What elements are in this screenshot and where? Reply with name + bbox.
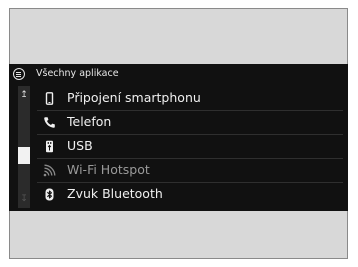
list-item-label: Zvuk Bluetooth [67, 186, 163, 201]
screen-header: Všechny aplikace [9, 64, 348, 85]
phone-icon [44, 117, 55, 128]
list-item-bluetooth-audio[interactable]: Zvuk Bluetooth [37, 183, 343, 207]
scroll-thumb[interactable] [18, 147, 30, 164]
usb-icon [46, 140, 53, 153]
bluetooth-icon [45, 188, 54, 201]
apps-screen: Všechny aplikace ↥ ↧ Připojení smartphon… [9, 64, 348, 211]
list-item-label: Připojení smartphonu [67, 90, 201, 105]
app-list: Připojení smartphonu Telefon USB Wi-Fi H… [37, 87, 343, 207]
list-item-usb[interactable]: USB [37, 135, 343, 159]
list-item-smartphone-connection[interactable]: Připojení smartphonu [37, 87, 343, 111]
scroll-down-icon[interactable]: ↧ [18, 193, 30, 205]
menu-icon[interactable] [13, 68, 25, 80]
wifi-icon [43, 164, 56, 177]
smartphone-icon [45, 92, 54, 105]
list-item-phone[interactable]: Telefon [37, 111, 343, 135]
list-item-label: Wi-Fi Hotspot [67, 162, 150, 177]
list-item-label: Telefon [67, 114, 112, 129]
scroll-up-icon[interactable]: ↥ [18, 89, 30, 101]
scrollbar[interactable]: ↥ ↧ [18, 86, 30, 208]
list-item-wifi-hotspot[interactable]: Wi-Fi Hotspot [37, 159, 343, 183]
page-title: Všechny aplikace [36, 68, 119, 79]
list-item-label: USB [67, 138, 93, 153]
